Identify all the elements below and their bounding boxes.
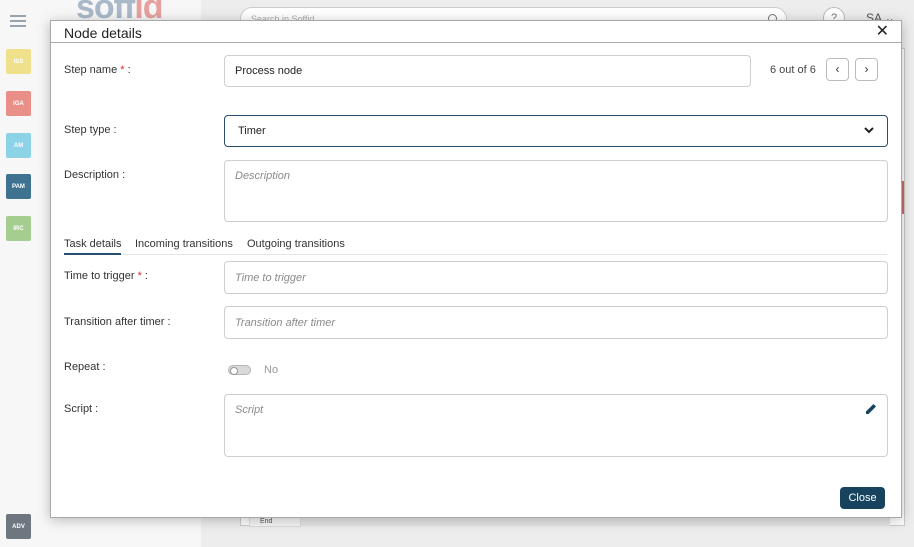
chevron-down-icon	[864, 127, 874, 134]
module-pam[interactable]: PAM	[6, 174, 31, 199]
close-icon[interactable]: ✕	[876, 22, 889, 42]
dialog-header: Node details ✕	[51, 21, 901, 43]
chevron-right-icon: ›	[864, 62, 869, 76]
previous-button[interactable]: ‹	[826, 58, 849, 81]
node-details-dialog: Node details ✕ Step name * : 6 out of 6 …	[50, 20, 902, 518]
step-type-select[interactable]: Timer	[224, 115, 888, 147]
time-to-trigger-label: Time to trigger * :	[64, 270, 148, 282]
module-iga[interactable]: IGA	[6, 91, 31, 116]
description-label: Description :	[64, 169, 126, 181]
chevron-left-icon: ‹	[835, 62, 840, 76]
end-node: End	[249, 517, 301, 527]
record-counter: 6 out of 6	[770, 64, 816, 76]
repeat-state-label: No	[264, 364, 279, 376]
next-button[interactable]: ›	[855, 58, 878, 81]
step-name-input[interactable]	[224, 55, 751, 87]
script-label: Script :	[64, 403, 99, 415]
canvas-scroll-area	[301, 518, 890, 526]
step-type-label: Step type :	[64, 124, 117, 136]
step-name-label: Step name * :	[64, 64, 131, 76]
menu-icon[interactable]	[10, 15, 26, 30]
pencil-icon[interactable]	[864, 402, 878, 416]
tab-incoming-transitions[interactable]: Incoming transitions	[135, 238, 233, 250]
script-textarea[interactable]	[224, 394, 888, 457]
script-editor	[224, 394, 888, 457]
close-button[interactable]: Close	[840, 487, 885, 509]
module-irc[interactable]: IRC	[6, 216, 31, 241]
repeat-label: Repeat :	[64, 361, 106, 373]
module-rail: ISS IGA AM PAM IRC ADV	[0, 0, 40, 547]
time-to-trigger-input[interactable]	[224, 261, 888, 294]
tab-task-details[interactable]: Task details	[64, 238, 122, 255]
dialog-title: Node details	[64, 25, 142, 41]
repeat-toggle[interactable]	[228, 365, 251, 375]
transition-after-timer-input[interactable]	[224, 306, 888, 339]
tab-outgoing-transitions[interactable]: Outgoing transitions	[247, 238, 345, 250]
transition-after-timer-label: Transition after timer :	[64, 316, 171, 328]
description-textarea[interactable]	[224, 160, 888, 222]
module-adv[interactable]: ADV	[6, 514, 31, 539]
tab-bar: Task details Incoming transitions Outgoi…	[64, 235, 887, 255]
module-am[interactable]: AM	[6, 133, 31, 158]
module-iss[interactable]: ISS	[6, 49, 31, 74]
